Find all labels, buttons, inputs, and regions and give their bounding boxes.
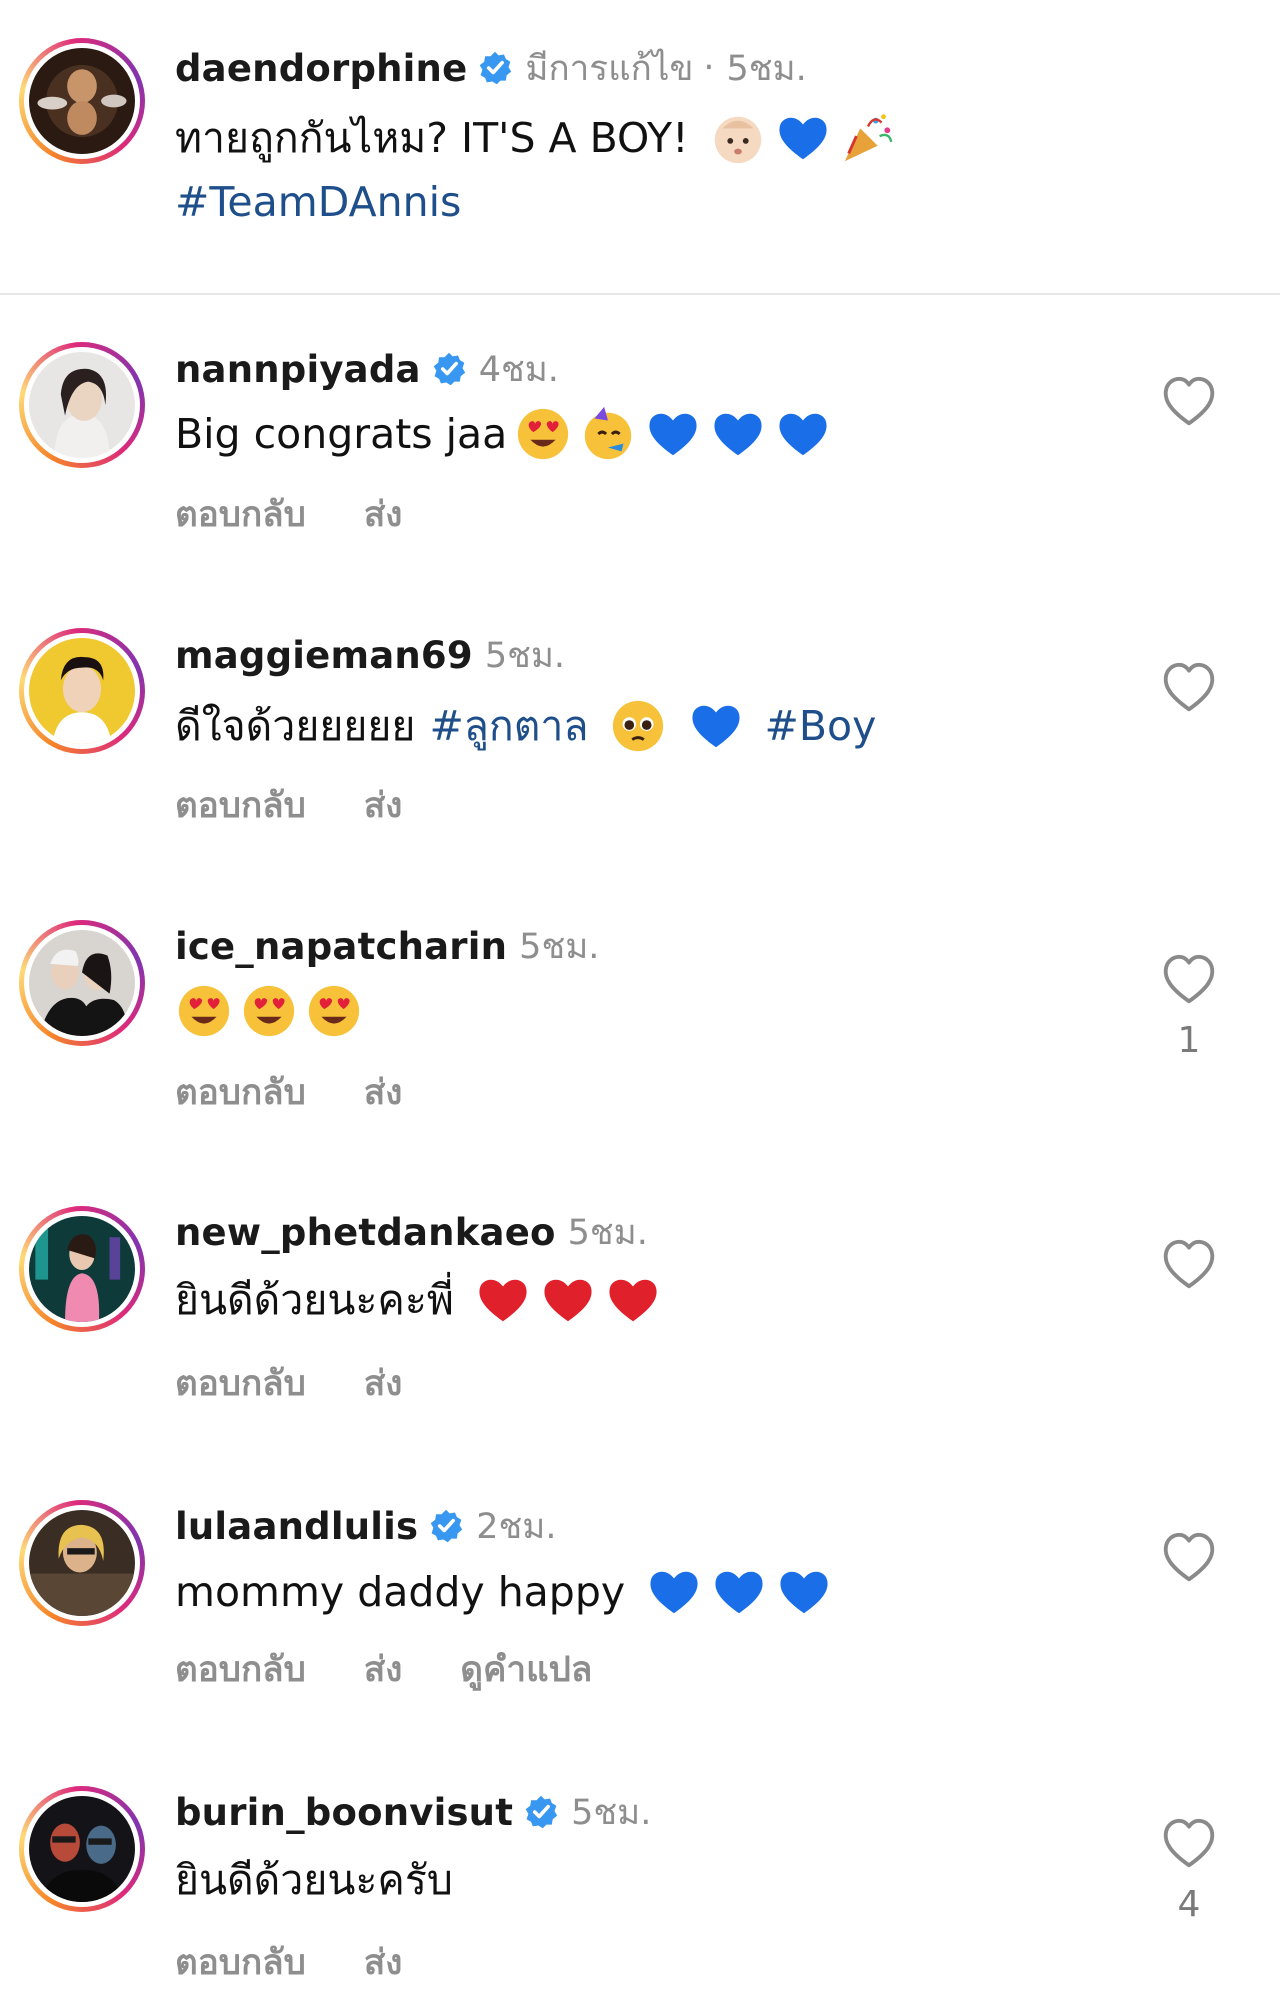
reply-button[interactable]: ตอบกลับ [175,487,306,542]
blue-heart-icon [687,697,745,755]
send-button[interactable]: ส่ง [364,487,402,542]
comment-time: 5ชม. [519,926,600,967]
red-heart-icon [539,1271,597,1329]
commenter-avatar[interactable] [19,342,145,468]
like-count: 1 [1177,1020,1201,1061]
commenter-avatar[interactable] [19,1500,145,1626]
comment-actions: ตอบกลับ ส่ง ดูคำแปล [175,1642,650,1697]
pleading-face-emoji-icon [609,697,667,755]
like-heart-icon[interactable] [1160,1815,1218,1873]
like-heart-icon[interactable] [1160,1236,1218,1294]
like-heart-icon[interactable] [1160,373,1218,431]
reply-button[interactable]: ตอบกลับ [175,1356,306,1411]
caption-username[interactable]: daendorphine [175,47,467,90]
reply-button[interactable]: ตอบกลับ [175,1065,306,1120]
heart-eyes-emoji-icon [175,982,233,1040]
comment-username[interactable]: burin_boonvisut [175,1791,513,1834]
comment-time: 5ชม. [571,1792,652,1833]
comment-time: 4ชม. [478,349,559,390]
comment-text: mommy daddy happy [175,1562,833,1622]
commenter-avatar[interactable] [19,1786,145,1912]
comment-body: mommy daddy happy [175,1568,626,1616]
verified-badge-icon [428,1508,464,1544]
send-button[interactable]: ส่ง [364,778,402,833]
partying-face-emoji-icon [579,405,637,463]
hashtag-link[interactable]: #ลูกตาล [429,696,588,756]
commenter-avatar[interactable] [19,1206,145,1332]
blue-heart-icon [774,109,832,167]
comment-actions: ตอบกลับ ส่ง [175,1935,460,1990]
send-button[interactable]: ส่ง [364,1642,402,1697]
verified-badge-icon [477,50,513,86]
like-heart-icon[interactable] [1160,951,1218,1009]
heart-eyes-emoji-icon [514,405,572,463]
post-caption: daendorphine มีการแก้ไข · 5ชม. ทายถูกกัน… [0,0,1280,295]
comment-text: ดีใจด้วยยยยย #ลูกตาล #Boy [175,696,876,756]
party-popper-icon [839,109,897,167]
comment-text [175,982,363,1040]
reply-button[interactable]: ตอบกลับ [175,1935,306,1990]
blue-heart-icon [774,405,832,463]
comment-text: Big congrats jaa [175,404,832,464]
verified-badge-icon [431,351,467,387]
caption-body: ทายถูกกันไหม? IT'S A BOY! [175,114,689,162]
commenter-avatar[interactable] [19,628,145,754]
caption-avatar[interactable] [19,38,145,164]
red-heart-icon [474,1271,532,1329]
separator-dot: · [703,48,715,88]
comment-actions: ตอบกลับ ส่ง [175,487,460,542]
send-button[interactable]: ส่ง [364,1065,402,1120]
blue-heart-icon [775,1563,833,1621]
reply-button[interactable]: ตอบกลับ [175,778,306,833]
caption-hashtag-line: #TeamDAnnis [175,172,461,232]
comment-text: ยินดีด้วยนะครับ [175,1850,453,1910]
send-button[interactable]: ส่ง [364,1935,402,1990]
comment-actions: ตอบกลับ ส่ง [175,778,460,833]
blue-heart-icon [709,405,767,463]
comment-body: Big congrats jaa [175,410,508,458]
comment-body: ยินดีด้วยนะคะพี่ [175,1276,454,1324]
blue-heart-icon [645,1563,703,1621]
verified-badge-icon [523,1794,559,1830]
red-heart-icon [604,1271,662,1329]
comment-username[interactable]: ice_napatcharin [175,925,507,968]
comment-username[interactable]: new_phetdankaeo [175,1211,556,1254]
edited-label: มีการแก้ไข [525,48,694,89]
send-button[interactable]: ส่ง [364,1356,402,1411]
baby-emoji-icon [709,109,767,167]
comment-time: 5ชม. [567,1212,648,1253]
commenter-avatar[interactable] [19,920,145,1046]
like-heart-icon[interactable] [1160,1529,1218,1587]
like-heart-icon[interactable] [1160,659,1218,717]
comment-time: 5ชม. [484,635,566,676]
caption-time: 5ชม. [726,48,807,89]
reply-button[interactable]: ตอบกลับ [175,1642,306,1697]
comment-username[interactable]: maggieman69 [175,634,473,677]
comment-time: 2ชม. [476,1506,557,1547]
hashtag-link[interactable]: #Boy [765,696,877,756]
hashtag-link[interactable]: #TeamDAnnis [175,172,461,232]
blue-heart-icon [710,1563,768,1621]
like-count: 4 [1177,1884,1201,1925]
comment-actions: ตอบกลับ ส่ง [175,1065,460,1120]
comment-body: ดีใจด้วยยยยย [175,702,416,750]
see-translation-button[interactable]: ดูคำแปล [460,1642,592,1697]
comment-text: ยินดีด้วยนะคะพี่ [175,1270,662,1330]
caption-text: ทายถูกกันไหม? IT'S A BOY! [175,108,897,168]
comment-username[interactable]: lulaandlulis [175,1505,418,1548]
heart-eyes-emoji-icon [305,982,363,1040]
comment-username[interactable]: nannpiyada [175,348,421,391]
blue-heart-icon [644,405,702,463]
comment-actions: ตอบกลับ ส่ง [175,1356,460,1411]
comment-body: ยินดีด้วยนะครับ [175,1856,453,1904]
heart-eyes-emoji-icon [240,982,298,1040]
